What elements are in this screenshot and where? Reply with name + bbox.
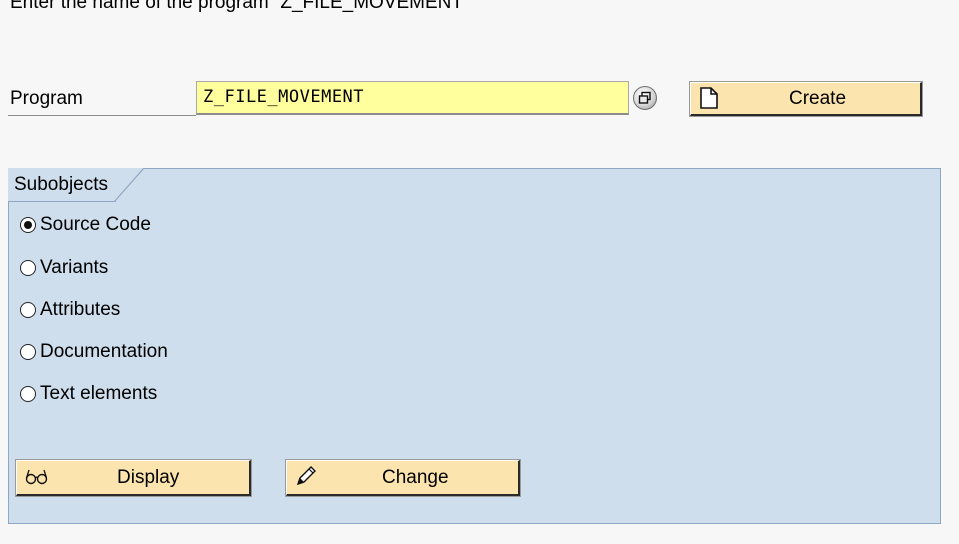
subobjects-tab: Subobjects (8, 168, 145, 202)
radio-option[interactable]: Variants (20, 257, 108, 279)
create-button-label: Create (789, 88, 847, 109)
radio-option[interactable]: Source Code (20, 214, 151, 236)
radio-button[interactable] (20, 260, 36, 276)
radio-option[interactable]: Text elements (20, 383, 157, 405)
display-button-label: Display (117, 467, 180, 488)
value-help-icon (638, 91, 651, 104)
new-document-icon (699, 87, 719, 115)
radio-option[interactable]: Documentation (20, 341, 168, 363)
value-help-button[interactable] (633, 86, 657, 110)
radio-label: Attributes (40, 299, 121, 320)
radio-button-selected[interactable] (20, 217, 36, 233)
program-name-input[interactable]: Z_FILE_MOVEMENT (196, 81, 629, 115)
tab-slant (114, 168, 145, 202)
create-button[interactable]: Create (689, 81, 923, 117)
change-button-label: Change (382, 467, 449, 488)
subobjects-title: Subobjects (8, 168, 115, 202)
radio-label: Variants (40, 257, 109, 278)
radio-label: Text elements (40, 383, 158, 404)
label-underline (8, 115, 196, 116)
radio-button[interactable] (20, 344, 36, 360)
radio-option[interactable]: Attributes (20, 299, 120, 321)
glasses-icon (25, 465, 49, 493)
change-button[interactable]: Change (285, 459, 521, 497)
radio-button[interactable] (20, 302, 36, 318)
program-label: Program (10, 88, 83, 109)
radio-label: Source Code (40, 214, 151, 235)
instruction-text: Enter the name of the program “Z_FILE_MO… (10, 0, 470, 13)
display-button[interactable]: Display (15, 459, 252, 497)
pencil-icon (295, 465, 317, 493)
radio-label: Documentation (40, 341, 168, 362)
radio-button[interactable] (20, 386, 36, 402)
